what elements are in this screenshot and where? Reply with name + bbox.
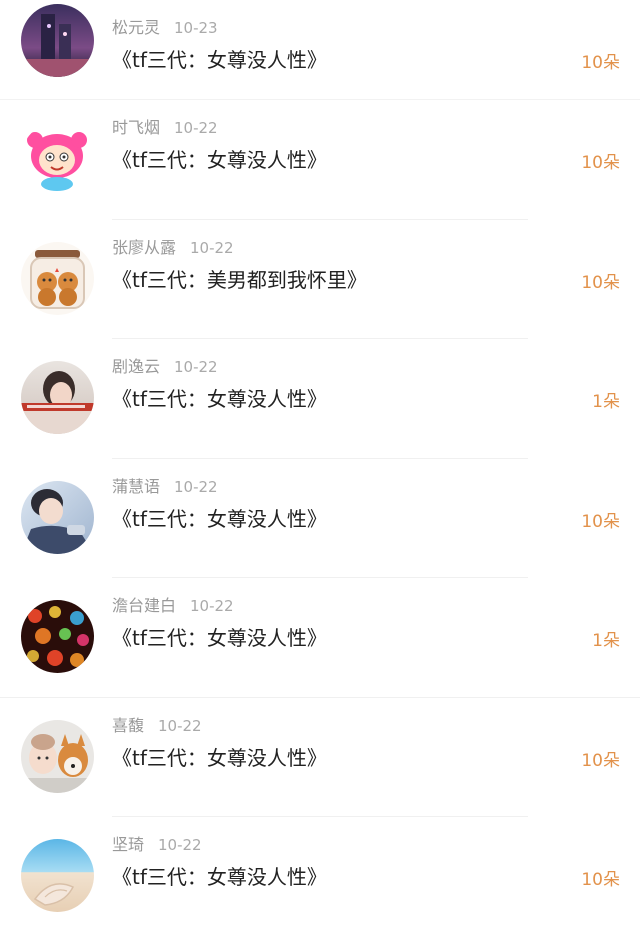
list-item[interactable]: 澹台建白 10-22 《tf三代：女尊没人性》 1朵 — [0, 578, 640, 698]
avatar[interactable] — [21, 839, 94, 912]
list-item[interactable]: 时飞烟 10-22 《tf三代：女尊没人性》 10朵 — [0, 100, 640, 220]
user-name[interactable]: 时飞烟 — [112, 118, 160, 137]
gift-count: 10朵 — [581, 53, 620, 73]
book-title[interactable]: 《tf三代：女尊没人性》 — [112, 742, 327, 771]
user-name[interactable]: 澹台建白 — [112, 596, 176, 615]
entry-date: 10-22 — [174, 477, 218, 496]
gift-count: 10朵 — [581, 750, 620, 771]
list-item[interactable]: 剧逸云 10-22 《tf三代：女尊没人性》 1朵 — [0, 339, 640, 459]
avatar[interactable] — [21, 241, 94, 315]
user-name[interactable]: 张廖从露 — [112, 238, 176, 257]
entry-meta: 澹台建白 10-22 — [112, 592, 234, 616]
book-title[interactable]: 《tf三代：女尊没人性》 — [112, 503, 327, 532]
user-name[interactable]: 松元灵 — [112, 18, 160, 37]
list-item[interactable]: 松元灵 10-23 《tf三代：女尊没人性》 10朵 — [0, 0, 640, 100]
avatar[interactable] — [21, 719, 94, 793]
entry-meta: 蒲慧语 10-22 — [112, 473, 218, 497]
book-title[interactable]: 《tf三代：女尊没人性》 — [112, 861, 327, 890]
gift-count: 10朵 — [581, 870, 620, 890]
entry-meta: 坚琦 10-22 — [112, 831, 202, 855]
list-item[interactable]: 蒲慧语 10-22 《tf三代：女尊没人性》 10朵 — [0, 459, 640, 578]
gift-record-list: 松元灵 10-23 《tf三代：女尊没人性》 10朵 时飞烟 10-22 《tf… — [0, 0, 640, 937]
bokeh-lights-avatar-icon — [21, 600, 94, 673]
avatar[interactable] — [21, 600, 94, 673]
entry-meta: 张廖从露 10-22 — [112, 234, 234, 258]
user-name[interactable]: 蒲慧语 — [112, 477, 160, 496]
entry-meta: 时飞烟 10-22 — [112, 114, 218, 138]
avatar[interactable] — [21, 480, 94, 554]
beach-avatar-icon — [21, 839, 94, 912]
entry-meta: 剧逸云 10-22 — [112, 353, 218, 377]
user-name[interactable]: 剧逸云 — [112, 357, 160, 376]
entry-meta: 松元灵 10-23 — [112, 14, 218, 38]
pink-cartoon-avatar-icon — [21, 122, 94, 195]
list-item[interactable]: 喜馥 10-22 《tf三代：女尊没人性》 10朵 — [0, 698, 640, 817]
gift-count: 10朵 — [581, 511, 620, 532]
book-title[interactable]: 《tf三代：女尊没人性》 — [112, 44, 327, 73]
entry-meta: 喜馥 10-22 — [112, 712, 202, 736]
entry-date: 10-22 — [158, 836, 202, 854]
avatar[interactable] — [21, 4, 94, 77]
book-title[interactable]: 《tf三代：女尊没人性》 — [112, 383, 327, 412]
avatar[interactable] — [21, 361, 94, 434]
book-title[interactable]: 《tf三代：女尊没人性》 — [112, 622, 327, 651]
gift-count: 1朵 — [592, 631, 620, 651]
gift-count: 1朵 — [592, 392, 620, 412]
gift-count: 10朵 — [581, 153, 620, 173]
book-title[interactable]: 《tf三代：美男都到我怀里》 — [112, 264, 367, 293]
entry-date: 10-22 — [174, 358, 218, 376]
entry-date: 10-22 — [158, 716, 202, 735]
entry-date: 10-22 — [190, 597, 234, 615]
night-city-avatar-icon — [21, 4, 94, 77]
entry-date: 10-22 — [174, 119, 218, 137]
portrait-photo-avatar-icon — [21, 361, 94, 434]
girl-dog-avatar-icon — [21, 719, 94, 793]
list-item[interactable]: 坚琦 10-22 《tf三代：女尊没人性》 10朵 — [0, 817, 640, 937]
book-title[interactable]: 《tf三代：女尊没人性》 — [112, 144, 327, 173]
user-name[interactable]: 坚琦 — [112, 835, 144, 854]
user-name[interactable]: 喜馥 — [112, 716, 144, 735]
bear-jar-avatar-icon — [21, 241, 94, 315]
entry-date: 10-22 — [190, 238, 234, 257]
entry-date: 10-23 — [174, 19, 218, 37]
list-item[interactable]: 张廖从露 10-22 《tf三代：美男都到我怀里》 10朵 — [0, 220, 640, 339]
boy-photo-avatar-icon — [21, 480, 94, 554]
gift-count: 10朵 — [581, 272, 620, 293]
avatar[interactable] — [21, 122, 94, 195]
